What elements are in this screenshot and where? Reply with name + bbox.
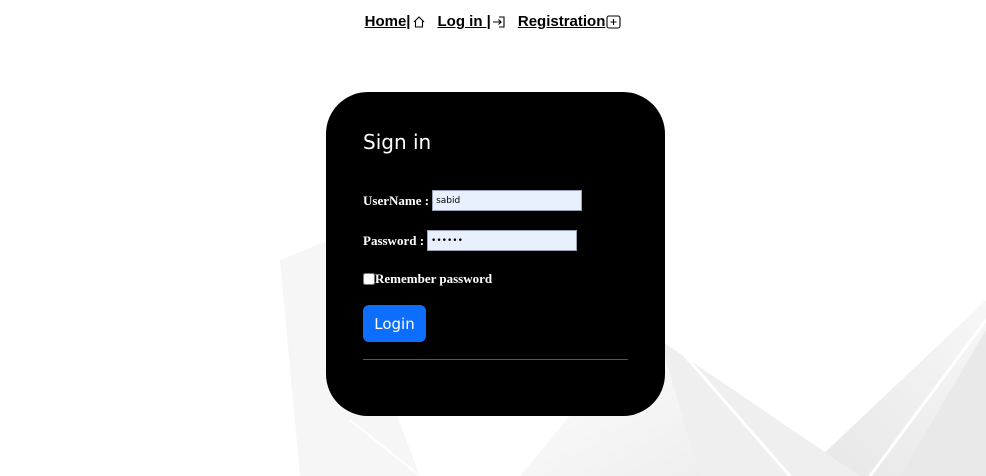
username-label: UserName : [363, 192, 430, 208]
plus-square-icon [606, 14, 621, 29]
remember-label: Remember password [375, 271, 493, 286]
username-input[interactable] [432, 190, 583, 211]
password-label: Password : [363, 232, 425, 248]
nav-home-label: Home| [364, 13, 411, 30]
nav-registration-label: Registration [517, 13, 606, 30]
nav-registration-link[interactable]: Registration [518, 13, 622, 30]
top-navigation: Home| Log in | Registration [0, 13, 986, 30]
page: Home| Log in | Registration Sign in User… [0, 0, 986, 476]
remember-checkbox[interactable] [363, 273, 375, 285]
signin-card: Sign in UserName : Password : Remember p… [326, 92, 665, 416]
login-button[interactable]: Login [363, 305, 426, 342]
card-divider [363, 359, 628, 360]
nav-login-link[interactable]: Log in | [438, 13, 506, 30]
nav-home-link[interactable]: Home| [365, 13, 426, 30]
remember-row: Remember password [363, 271, 492, 287]
sign-in-icon [492, 15, 505, 28]
nav-login-label: Log in | [437, 13, 491, 30]
username-row: UserName : [363, 190, 583, 211]
password-row: Password : [363, 230, 578, 251]
home-icon [413, 15, 424, 28]
password-input[interactable] [427, 230, 578, 251]
signin-title: Sign in [363, 130, 432, 154]
